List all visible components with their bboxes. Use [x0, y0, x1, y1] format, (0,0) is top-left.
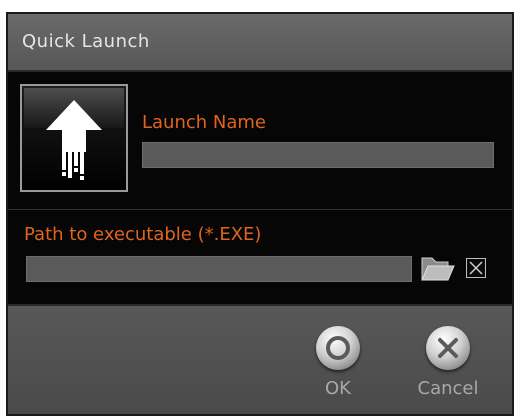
ok-button-orb — [316, 326, 360, 370]
dialog-title: Quick Launch — [22, 31, 150, 52]
button-bar: OK Cancel — [8, 306, 512, 414]
close-icon — [469, 261, 483, 275]
cancel-button-label: Cancel — [417, 378, 479, 399]
launch-name-panel: Launch Name — [8, 72, 512, 210]
title-bar[interactable]: Quick Launch — [8, 14, 512, 72]
path-label: Path to executable (*.EXE) — [24, 224, 262, 245]
ok-button[interactable]: OK — [298, 326, 378, 406]
cancel-button[interactable]: Cancel — [408, 326, 488, 406]
launch-name-input[interactable] — [142, 142, 494, 168]
ok-button-label: OK — [325, 378, 351, 399]
app-icon-button[interactable] — [20, 84, 128, 192]
upload-arrow-icon — [24, 88, 124, 180]
launch-name-label: Launch Name — [142, 112, 267, 133]
quick-launch-dialog: Quick Launch Launch Name Path to executa… — [6, 12, 514, 416]
browse-button[interactable] — [418, 250, 458, 286]
folder-icon — [421, 257, 455, 281]
path-panel: Path to executable (*.EXE) — [8, 210, 512, 306]
path-input[interactable] — [26, 256, 412, 282]
circle-icon — [326, 336, 350, 360]
cross-icon — [438, 338, 458, 358]
clear-path-button[interactable] — [466, 258, 486, 278]
cancel-button-orb — [426, 326, 470, 370]
